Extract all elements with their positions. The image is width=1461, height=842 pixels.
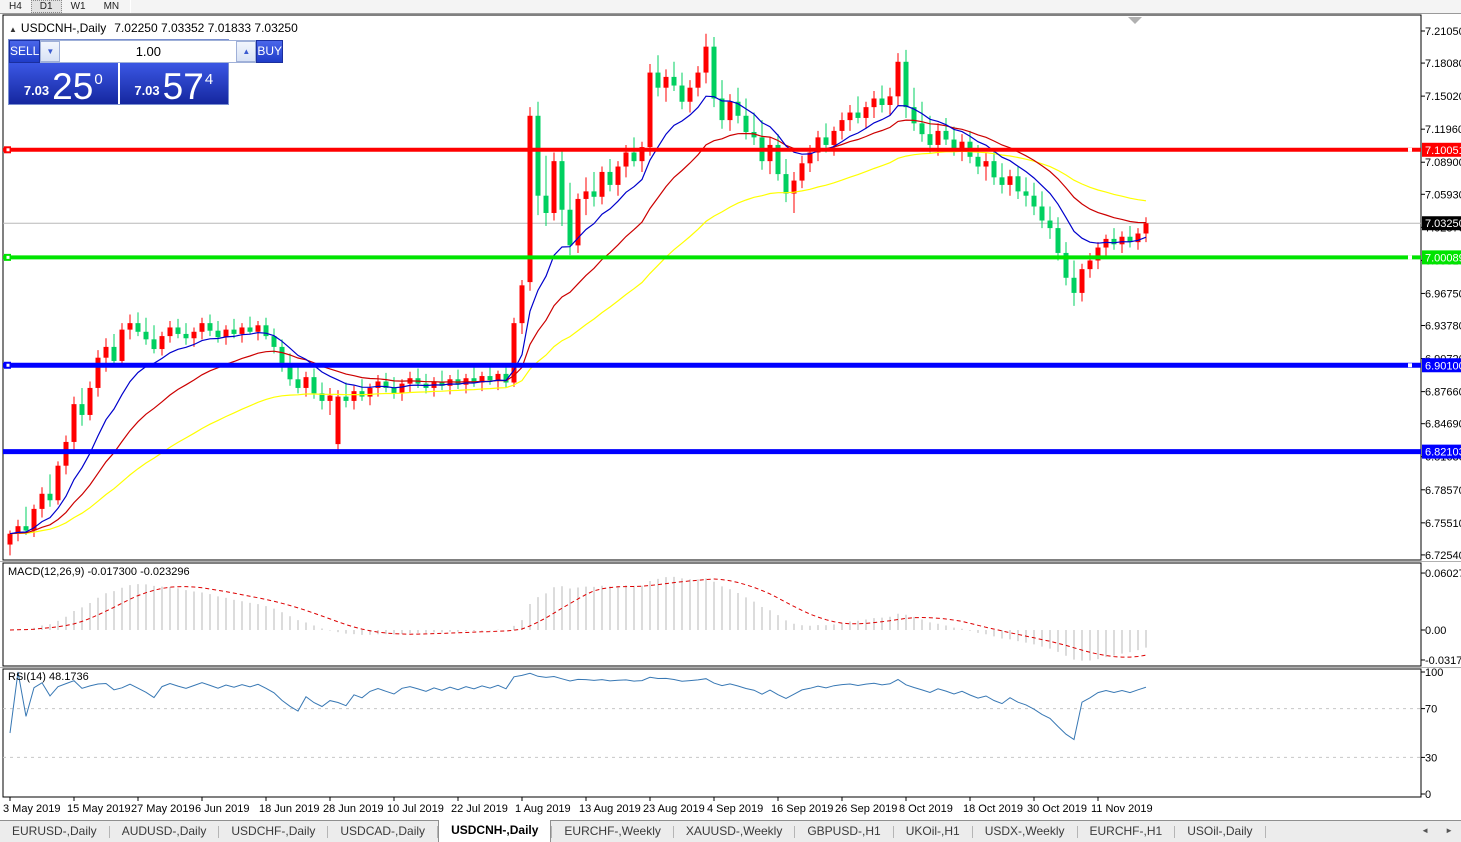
symbol-tab-bar: EURUSD-,DailyAUDUSD-,DailyUSDCHF-,DailyU…	[0, 820, 1461, 842]
tab-ukoil-h1[interactable]: UKOil-,H1	[894, 821, 972, 842]
sell-price-superscript: 0	[94, 71, 102, 88]
trade-widget-prices-row: 7.03 25 0 7.03 57 4	[9, 63, 228, 104]
svg-text:4 Sep 2019: 4 Sep 2019	[707, 803, 763, 815]
svg-text:6.87660: 6.87660	[1425, 387, 1461, 399]
svg-text:6.93780: 6.93780	[1425, 321, 1461, 333]
svg-text:18 Jun 2019: 18 Jun 2019	[259, 803, 320, 815]
sell-price-prefix: 7.03	[24, 83, 49, 98]
svg-text:7.00089: 7.00089	[1425, 252, 1461, 264]
svg-text:7.15020: 7.15020	[1425, 91, 1461, 103]
price-axis[interactable]: 7.21050 7.18080 7.15020 7.11960 7.08900 7.059…	[1421, 26, 1461, 801]
chart-ohlc-values: 7.02250 7.03352 7.01833 7.03250	[114, 21, 298, 35]
tab-xauusd-weekly[interactable]: XAUUSD-,Weekly	[674, 821, 794, 842]
chart-title: ▲ USDCNH-,Daily 7.02250 7.03352 7.01833 7.…	[9, 21, 298, 35]
chart-canvas[interactable]: 7.21050 7.18080 7.15020 7.11960 7.08900 7.059…	[0, 0, 1461, 820]
tab-usdcnh-daily[interactable]: USDCNH-,Daily	[438, 820, 551, 842]
svg-text:7.21050: 7.21050	[1425, 26, 1461, 38]
trade-widget-top-row: SELL ▼ ▲ BUY	[9, 40, 228, 63]
tab-gbpusd-h1[interactable]: GBPUSD-,H1	[795, 821, 892, 842]
tab-scroll-left-icon[interactable]: ◄	[1413, 821, 1437, 842]
svg-text:7.05930: 7.05930	[1425, 189, 1461, 201]
buy-button[interactable]: BUY	[256, 40, 283, 63]
svg-text:11 Nov 2019: 11 Nov 2019	[1091, 803, 1153, 815]
buy-price-big-digits: 57	[163, 70, 204, 104]
date-axis[interactable]: 3 May 2019 15 May 201927 May 20196 Jun 20…	[3, 797, 1153, 815]
tab-eurchf-h1[interactable]: EURCHF-,H1	[1078, 821, 1175, 842]
svg-text:100: 100	[1425, 667, 1443, 679]
svg-text:6 Jun 2019: 6 Jun 2019	[195, 803, 249, 815]
svg-text:18 Oct 2019: 18 Oct 2019	[963, 803, 1023, 815]
mt4-terminal-window: { "toolbar": { "timeframes": [ { "label"…	[0, 0, 1461, 842]
svg-text:6.75510: 6.75510	[1425, 518, 1461, 530]
tab-usdcad-daily[interactable]: USDCAD-,Daily	[328, 821, 437, 842]
volume-input[interactable]	[60, 41, 236, 62]
svg-text:7.10051: 7.10051	[1425, 145, 1461, 157]
svg-text:3 May 2019: 3 May 2019	[3, 803, 60, 815]
svg-text:7.18080: 7.18080	[1425, 58, 1461, 70]
rsi-indicator-label: RSI(14) 48.1736	[8, 671, 89, 683]
svg-text:27 May 2019: 27 May 2019	[131, 803, 195, 815]
svg-text:6.82103: 6.82103	[1425, 447, 1461, 459]
buy-price-display[interactable]: 7.03 57 4	[120, 63, 229, 104]
panel-frames	[0, 15, 1461, 797]
svg-text:16 Sep 2019: 16 Sep 2019	[771, 803, 833, 815]
tab-usdx-weekly[interactable]: USDX-,Weekly	[973, 821, 1077, 842]
buy-price-prefix: 7.03	[134, 83, 159, 98]
svg-text:30 Oct 2019: 30 Oct 2019	[1027, 803, 1087, 815]
svg-text:7.11960: 7.11960	[1425, 124, 1461, 136]
svg-text:30: 30	[1425, 752, 1437, 764]
svg-text:22 Jul 2019: 22 Jul 2019	[451, 803, 508, 815]
svg-text:6.72540: 6.72540	[1425, 550, 1461, 562]
svg-text:0.060273: 0.060273	[1425, 568, 1461, 580]
buy-price-superscript: 4	[205, 71, 213, 88]
svg-text:26 Sep 2019: 26 Sep 2019	[835, 803, 897, 815]
svg-text:6.90100: 6.90100	[1425, 360, 1461, 372]
tab-usdchf-daily[interactable]: USDCHF-,Daily	[219, 821, 327, 842]
tab-audusd-daily[interactable]: AUDUSD-,Daily	[110, 821, 219, 842]
collapse-triangle-icon: ▲	[9, 25, 17, 34]
volume-increase-button[interactable]: ▲	[236, 41, 256, 62]
svg-text:13 Aug 2019: 13 Aug 2019	[579, 803, 641, 815]
sell-price-display[interactable]: 7.03 25 0	[9, 63, 118, 104]
svg-text:28 Jun 2019: 28 Jun 2019	[323, 803, 384, 815]
svg-text:0: 0	[1425, 789, 1431, 801]
tab-eurchf-weekly[interactable]: EURCHF-,Weekly	[552, 821, 672, 842]
tabbar-spacer	[1266, 821, 1414, 842]
volume-spinner: ▼ ▲	[40, 40, 256, 63]
svg-text:7.08900: 7.08900	[1425, 157, 1461, 169]
svg-text:15 May 2019: 15 May 2019	[67, 803, 131, 815]
sell-price-big-digits: 25	[52, 70, 93, 104]
svg-text:8 Oct 2019: 8 Oct 2019	[899, 803, 953, 815]
svg-text:10 Jul 2019: 10 Jul 2019	[387, 803, 444, 815]
sell-button[interactable]: SELL	[9, 40, 40, 63]
chart-symbol-label: USDCNH-,Daily	[21, 21, 106, 35]
tab-eurusd-daily[interactable]: EURUSD-,Daily	[0, 821, 109, 842]
svg-text:6.96750: 6.96750	[1425, 288, 1461, 300]
svg-text:1 Aug 2019: 1 Aug 2019	[515, 803, 571, 815]
macd-indicator-label: MACD(12,26,9) -0.017300 -0.023296	[8, 566, 190, 578]
svg-text:7.03250: 7.03250	[1425, 218, 1461, 230]
svg-text:23 Aug 2019: 23 Aug 2019	[643, 803, 705, 815]
tab-usoil-daily[interactable]: USOil-,Daily	[1175, 821, 1264, 842]
svg-text:70: 70	[1425, 704, 1437, 716]
svg-text:6.78570: 6.78570	[1425, 485, 1461, 497]
volume-decrease-button[interactable]: ▼	[40, 41, 60, 62]
svg-text:0.00: 0.00	[1425, 625, 1446, 637]
svg-text:6.84690: 6.84690	[1425, 419, 1461, 431]
one-click-trading-panel: SELL ▼ ▲ BUY 7.03 25 0 7.03 57 4	[8, 39, 229, 105]
tab-scroll-right-icon[interactable]: ►	[1437, 821, 1461, 842]
svg-text:-0.031725: -0.031725	[1425, 655, 1461, 667]
